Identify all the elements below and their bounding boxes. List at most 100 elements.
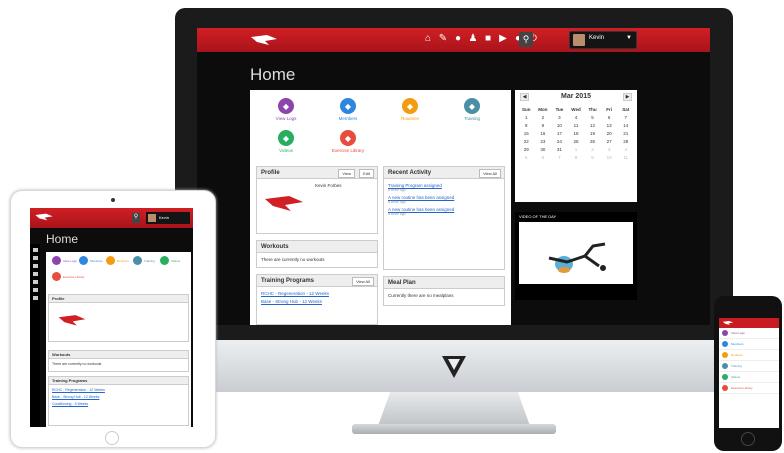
- calendar-day[interactable]: 10: [601, 155, 618, 160]
- calendar-day[interactable]: 17: [551, 131, 568, 136]
- calendar-day-header: Tue: [555, 107, 564, 112]
- calendar-day[interactable]: 7: [551, 155, 568, 160]
- home-icon[interactable]: ⌂: [422, 33, 434, 45]
- tablet-quick-link[interactable]: View Logs: [52, 256, 77, 265]
- calendar-day[interactable]: 19: [584, 131, 601, 136]
- dumbbell-icon[interactable]: ■: [482, 33, 494, 45]
- tablet-quick-link-label: View Logs: [63, 258, 77, 263]
- tablet-quick-link[interactable]: Videos: [160, 256, 180, 265]
- calendar-day[interactable]: 4: [568, 115, 585, 120]
- tablet-program-link[interactable]: RCHC - Regeneration - 12 Weeks: [52, 388, 185, 392]
- calendar-day[interactable]: 30: [535, 147, 552, 152]
- tablet-quick-link[interactable]: Training: [133, 256, 155, 265]
- calendar-day[interactable]: 31: [551, 147, 568, 152]
- calendar-day[interactable]: 6: [535, 155, 552, 160]
- calendar-day[interactable]: 4: [617, 147, 634, 152]
- sidebar-video-icon[interactable]: [32, 288, 38, 292]
- sidebar-chat-icon[interactable]: [32, 296, 38, 300]
- calendar-day[interactable]: 14: [617, 123, 634, 128]
- calendar-day[interactable]: 7: [617, 115, 634, 120]
- calendar-day[interactable]: 20: [601, 131, 618, 136]
- tablet-program-link[interactable]: Base - Strong Hub - 12 Weeks: [52, 395, 185, 399]
- calendar-day[interactable]: 5: [518, 155, 535, 160]
- calendar-day[interactable]: 9: [535, 123, 552, 128]
- next-month-button[interactable]: ▶: [623, 93, 632, 101]
- phone-list-item[interactable]: Exercise Library: [719, 383, 779, 394]
- calendar-day[interactable]: 3: [551, 115, 568, 120]
- quick-link[interactable]: ◆ Exercise Library: [322, 130, 374, 153]
- view-profile-button[interactable]: View: [338, 169, 355, 178]
- tablet-home-button[interactable]: [105, 431, 119, 445]
- edit-profile-button[interactable]: Edit: [359, 169, 374, 178]
- sidebar-users-icon[interactable]: [32, 272, 38, 276]
- quick-link[interactable]: ◆ Training: [446, 98, 498, 121]
- sidebar-dumbbell-icon[interactable]: [32, 280, 38, 284]
- tablet-quick-link[interactable]: Routines: [106, 256, 129, 265]
- tablet-program-link[interactable]: Conditioning - 6 Weeks: [52, 402, 185, 406]
- tools-icon[interactable]: ✎: [437, 33, 449, 45]
- tablet-logo-icon[interactable]: [34, 212, 54, 222]
- quick-link[interactable]: ◆ Videos: [260, 130, 312, 153]
- app-logo-icon[interactable]: [249, 33, 279, 47]
- users-icon[interactable]: ♟: [467, 33, 479, 45]
- phone-home-button[interactable]: [741, 432, 755, 446]
- calendar-day[interactable]: 23: [535, 139, 552, 144]
- quick-link[interactable]: ◆ View Logs: [260, 98, 312, 121]
- view-all-programs-button[interactable]: View All: [352, 277, 374, 286]
- apple-icon[interactable]: ●: [452, 33, 464, 45]
- calendar-day[interactable]: 3: [601, 147, 618, 152]
- calendar-day[interactable]: 11: [568, 123, 585, 128]
- calendar-day[interactable]: 29: [518, 147, 535, 152]
- exercise-figure-icon: [548, 242, 606, 273]
- calendar-day[interactable]: 2: [535, 115, 552, 120]
- calendar-day[interactable]: 15: [518, 131, 535, 136]
- tablet-quick-link[interactable]: Members: [79, 256, 103, 265]
- phone-list-item[interactable]: Videos: [719, 372, 779, 383]
- phone-list-item[interactable]: Members: [719, 339, 779, 350]
- calendar-day[interactable]: 10: [551, 123, 568, 128]
- video-icon[interactable]: ▶: [497, 33, 509, 45]
- calendar-day[interactable]: 9: [584, 155, 601, 160]
- quick-link[interactable]: ◆ Members: [322, 98, 374, 121]
- quick-link-label: Exercise Library: [331, 148, 365, 153]
- videos-icon: ◆: [278, 130, 294, 146]
- calendar-day[interactable]: 1: [568, 147, 585, 152]
- calendar-day[interactable]: 1: [518, 115, 535, 120]
- calendar-day[interactable]: 6: [601, 115, 618, 120]
- phone-logo-icon[interactable]: [722, 320, 734, 326]
- calendar-day[interactable]: 16: [535, 131, 552, 136]
- tablet-user-menu[interactable]: Kevin: [146, 212, 190, 224]
- calendar-day[interactable]: 27: [601, 139, 618, 144]
- program-link[interactable]: RCHC - Regeneration - 12 Weeks: [261, 291, 373, 296]
- calendar-day[interactable]: 8: [518, 123, 535, 128]
- user-menu[interactable]: Kevin ▼: [569, 31, 637, 49]
- calendar-day[interactable]: 18: [568, 131, 585, 136]
- phone-list-item[interactable]: View Logs: [719, 328, 779, 339]
- video-thumbnail[interactable]: [519, 222, 633, 284]
- calendar-day[interactable]: 26: [584, 139, 601, 144]
- tablet-quick-link[interactable]: Exercise Library: [52, 272, 85, 281]
- calendar-day[interactable]: 2: [584, 147, 601, 152]
- calendar-day[interactable]: 12: [584, 123, 601, 128]
- calendar-day[interactable]: 25: [568, 139, 585, 144]
- quick-link[interactable]: ◆ Routines: [384, 98, 436, 121]
- sidebar-home-icon[interactable]: [32, 248, 38, 252]
- phone-list-item[interactable]: Training: [719, 361, 779, 372]
- calendar-day[interactable]: 22: [518, 139, 535, 144]
- calendar-day[interactable]: 28: [617, 139, 634, 144]
- calendar-day[interactable]: 5: [584, 115, 601, 120]
- calendar-day[interactable]: 11: [617, 155, 634, 160]
- program-link[interactable]: Base - Strong Hub - 12 Weeks: [261, 299, 373, 304]
- calendar-day[interactable]: 8: [568, 155, 585, 160]
- workouts-title: Workouts: [261, 244, 289, 250]
- training-icon: ◆: [464, 98, 480, 114]
- calendar-day[interactable]: 24: [551, 139, 568, 144]
- view-all-activity-button[interactable]: View All: [479, 169, 501, 178]
- sidebar-tools-icon[interactable]: [32, 256, 38, 260]
- calendar-day[interactable]: 21: [617, 131, 634, 136]
- sidebar-apple-icon[interactable]: [32, 264, 38, 268]
- search-icon[interactable]: ⚲: [519, 32, 533, 47]
- phone-list-item[interactable]: Routines: [719, 350, 779, 361]
- tablet-search-icon[interactable]: ⚲: [132, 213, 140, 223]
- calendar-day[interactable]: 13: [601, 123, 618, 128]
